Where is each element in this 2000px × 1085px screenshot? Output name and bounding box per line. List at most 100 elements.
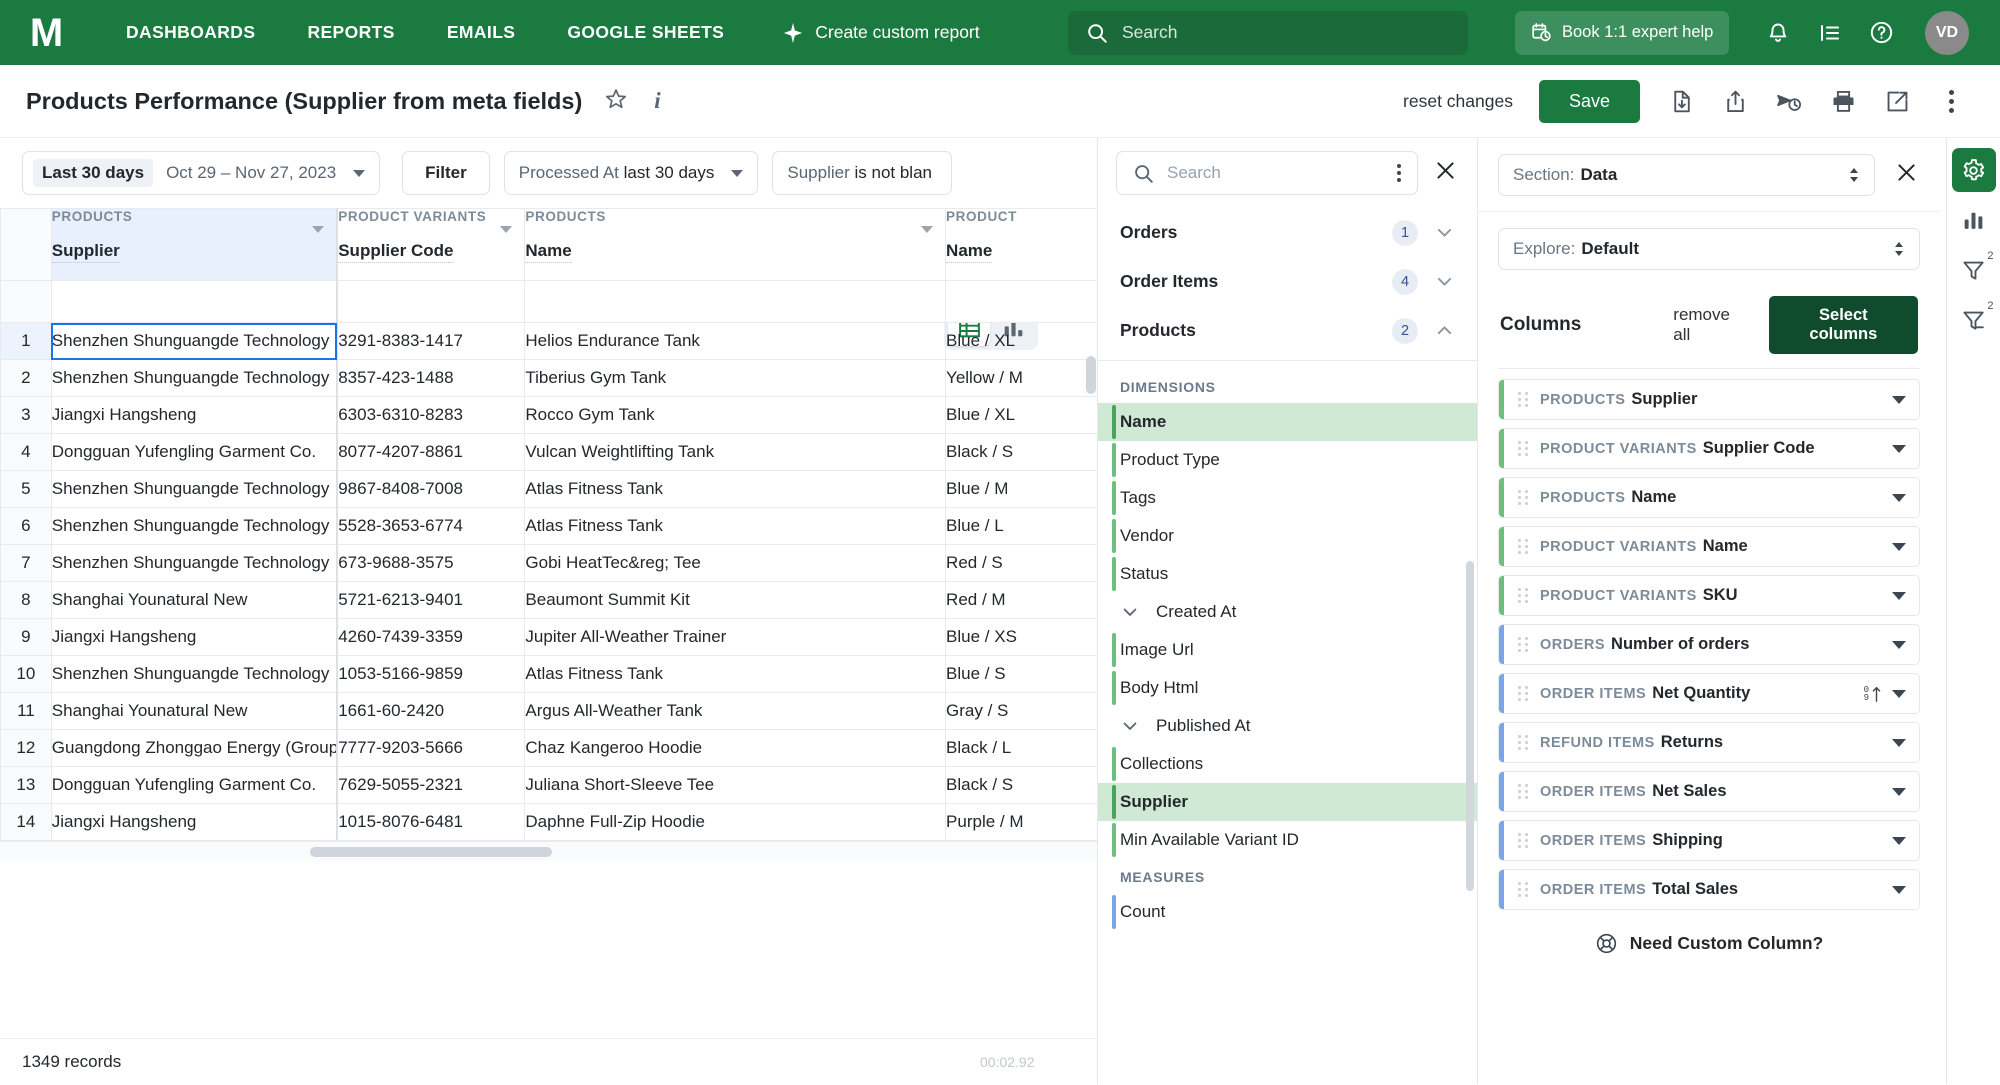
filter-cell-variant-name[interactable] [945,280,1097,323]
filter-chip-processed-at[interactable]: Processed At last 30 days [503,151,759,195]
drag-handle-icon[interactable] [1518,783,1528,800]
field-item-product-type[interactable]: Product Type [1098,441,1477,479]
chevron-down-icon[interactable] [1892,493,1906,502]
cell-supplier-code[interactable]: 9867-8408-7008 [336,470,526,508]
column-row-order-items-total-sales[interactable]: ORDER ITEMS Total Sales [1498,869,1920,910]
drag-handle-icon[interactable] [1518,636,1528,653]
table-row[interactable]: 9 Jiangxi Hangsheng 4260-7439-3359 Jupit… [0,618,1097,656]
close-config-panel-button[interactable] [1889,155,1924,195]
vertical-scrollbar-thumb[interactable] [1086,356,1096,394]
notifications-bell-button[interactable] [1766,21,1790,45]
field-item-name[interactable]: Name [1098,403,1477,441]
horizontal-scrollbar-track[interactable] [0,841,1097,861]
cell-product-name[interactable]: Gobi HeatTec&reg; Tee [524,544,947,582]
cell-supplier[interactable]: Shenzhen Shunguangde Technology [50,544,339,582]
cell-supplier-code[interactable]: 7629-5055-2321 [336,766,526,804]
field-item-body-html[interactable]: Body Html [1098,669,1477,707]
drag-handle-icon[interactable] [1518,391,1528,408]
schedule-send-button[interactable] [1762,88,1816,115]
drag-handle-icon[interactable] [1518,440,1528,457]
sort-ascending-icon[interactable]: 09 [1864,685,1882,702]
column-row-refund-items-returns[interactable]: REFUND ITEMS Returns [1498,722,1920,763]
cell-product-name[interactable]: Daphne Full-Zip Hoodie [524,803,947,841]
column-row-order-items-net-sales[interactable]: ORDER ITEMS Net Sales [1498,771,1920,812]
cell-supplier-code[interactable]: 7777-9203-5666 [336,729,526,767]
column-row-variants-supplier-code[interactable]: PRODUCT VARIANTS Supplier Code [1498,428,1920,469]
close-field-picker-button[interactable] [1428,153,1463,193]
cell-supplier-code[interactable]: 8357-423-1488 [336,359,526,397]
chevron-down-icon[interactable] [1892,444,1906,453]
cell-variant-name[interactable]: Blue / XL [945,396,1097,434]
table-row[interactable]: 3 Jiangxi Hangsheng 6303-6310-8283 Rocco… [0,396,1097,434]
cell-supplier[interactable]: Shenzhen Shunguangde Technology [50,655,339,693]
drag-handle-icon[interactable] [1518,881,1528,898]
cell-supplier-code[interactable]: 1015-8076-6481 [336,803,526,841]
chevron-down-icon[interactable] [1892,738,1906,747]
cell-supplier[interactable]: Shenzhen Shunguangde Technology [50,359,339,397]
chevron-down-icon[interactable] [1892,640,1906,649]
column-row-orders-number-of-orders[interactable]: ORDERS Number of orders [1498,624,1920,665]
horizontal-scrollbar-thumb[interactable] [310,847,552,857]
cell-supplier-code[interactable]: 1053-5166-9859 [336,655,526,693]
explore-select[interactable]: Explore: Default [1498,228,1920,270]
table-row[interactable]: 6 Shenzhen Shunguangde Technology 5528-3… [0,507,1097,545]
cell-product-name[interactable]: Rocco Gym Tank [524,396,947,434]
field-list-scrollbar-thumb[interactable] [1466,561,1474,891]
column-row-variants-name[interactable]: PRODUCT VARIANTS Name [1498,526,1920,567]
cell-variant-name[interactable]: Blue / M [945,470,1097,508]
chevron-down-icon[interactable] [1892,689,1906,698]
filter-cell-supplier-code[interactable] [336,280,526,323]
cell-product-name[interactable]: Argus All-Weather Tank [524,692,947,730]
rail-settings-button[interactable] [1951,148,1996,192]
drag-handle-icon[interactable] [1518,587,1528,604]
field-item-published-at[interactable]: Published At [1098,707,1477,745]
rail-sort-button[interactable]: 2 [1952,298,1996,342]
cell-variant-name[interactable]: Gray / S [945,692,1097,730]
drag-handle-icon[interactable] [1518,832,1528,849]
cell-supplier[interactable]: Shenzhen Shunguangde Technology [50,507,339,545]
field-item-image-url[interactable]: Image Url [1098,631,1477,669]
reset-changes-button[interactable]: reset changes [1403,91,1513,112]
field-group-orders[interactable]: Orders 1 [1098,208,1477,257]
cell-variant-name[interactable]: Blue / L [945,507,1097,545]
cell-variant-name[interactable]: Black / S [945,433,1097,471]
cell-product-name[interactable]: Juliana Short-Sleeve Tee [524,766,947,804]
cell-supplier[interactable]: Shanghai Younatural New [50,692,339,730]
column-header-supplier[interactable]: PRODUCTS Supplier [50,208,339,281]
cell-product-name[interactable]: Helios Endurance Tank [524,322,947,360]
field-item-vendor[interactable]: Vendor [1098,517,1477,555]
table-row[interactable]: 7 Shenzhen Shunguangde Technology 673-96… [0,544,1097,582]
cell-supplier[interactable]: Dongguan Yufengling Garment Co. [50,433,339,471]
cell-supplier-code[interactable]: 5528-3653-6774 [336,507,526,545]
chevron-down-icon[interactable] [1892,885,1906,894]
cell-variant-name[interactable]: Blue / XS [945,618,1097,656]
filter-cell-products-name[interactable] [524,280,947,323]
table-row[interactable]: 4 Dongguan Yufengling Garment Co. 8077-4… [0,433,1097,471]
cell-supplier[interactable]: Jiangxi Hangsheng [50,803,339,841]
field-group-products[interactable]: Products 2 [1098,306,1477,355]
field-list[interactable]: DIMENSIONS Name Product Type Tags Vendor… [1098,361,1477,1084]
column-header-products-name[interactable]: PRODUCTS Name [524,208,947,281]
chevron-down-icon[interactable] [1892,395,1906,404]
cell-variant-name[interactable]: Red / S [945,544,1097,582]
download-button[interactable] [1654,89,1708,114]
field-group-order-items[interactable]: Order Items 4 [1098,257,1477,306]
drag-handle-icon[interactable] [1518,734,1528,751]
cell-variant-name[interactable]: Black / L [945,729,1097,767]
cell-variant-name[interactable]: Yellow / M [945,359,1097,397]
field-search-input[interactable]: Search [1116,151,1418,195]
cell-variant-name[interactable]: Purple / M [945,803,1097,841]
column-row-products-name[interactable]: PRODUCTS Name [1498,477,1920,518]
table-row[interactable]: 10 Shenzhen Shunguangde Technology 1053-… [0,655,1097,693]
cell-product-name[interactable]: Vulcan Weightlifting Tank [524,433,947,471]
column-row-order-items-net-quantity[interactable]: ORDER ITEMS Net Quantity 09 [1498,673,1920,714]
book-expert-help-button[interactable]: Book 1:1 expert help [1515,10,1730,55]
share-button[interactable] [1708,89,1762,114]
filter-chip-supplier[interactable]: Supplier is not blan [772,151,953,195]
more-options-button[interactable] [1924,86,1978,117]
rail-chart-button[interactable] [1952,198,1996,242]
drag-handle-icon[interactable] [1518,538,1528,555]
nav-link-dashboards[interactable]: DASHBOARDS [100,22,281,43]
rail-filter-button[interactable]: 2 [1952,248,1996,292]
column-row-order-items-shipping[interactable]: ORDER ITEMS Shipping [1498,820,1920,861]
